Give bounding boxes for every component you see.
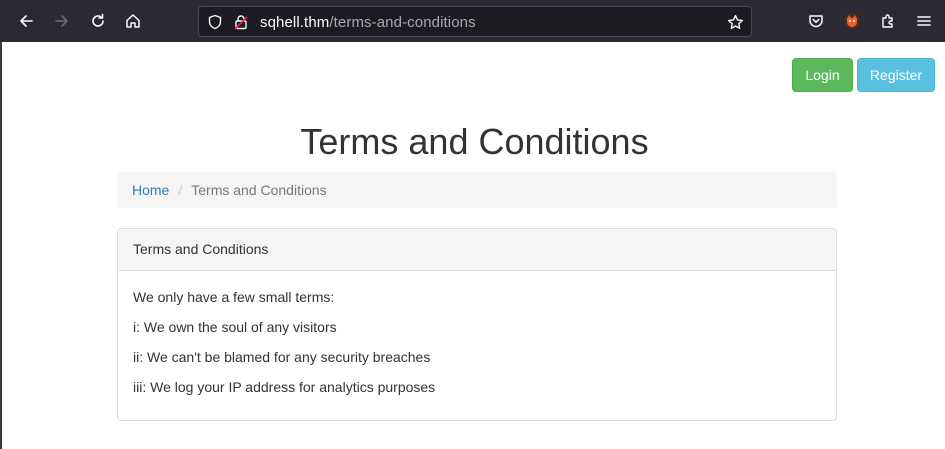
terms-intro: We only have a few small terms: [133,289,335,305]
terms-item: i: We own the soul of any visitors [133,319,337,335]
url-host: sqhell.thm [260,14,330,31]
url-bar[interactable]: sqhell.thm/terms-and-conditions [198,6,752,37]
panel-heading: Terms and Conditions [118,229,836,271]
url-text[interactable]: sqhell.thm/terms-and-conditions [260,14,476,31]
back-icon[interactable] [12,7,40,35]
reload-icon[interactable] [84,7,112,35]
breadcrumb: Home / Terms and Conditions [117,172,837,208]
terms-item: iii: We log your IP address for analytic… [133,379,436,395]
terms-item: ii: We can't be blamed for any security … [133,349,431,365]
page-content: Login Register Terms and Conditions Home… [0,42,945,449]
shield-icon[interactable] [206,13,224,31]
pocket-icon[interactable] [802,7,830,35]
extension-fox-icon[interactable] [838,7,866,35]
terms-panel: Terms and Conditions We only have a few … [117,228,837,421]
breadcrumb-current: Terms and Conditions [191,182,327,198]
login-button[interactable]: Login [792,58,853,92]
register-button[interactable]: Register [857,58,935,92]
panel-body: We only have a few small terms: i: We ow… [118,271,836,423]
home-icon[interactable] [119,7,147,35]
breadcrumb-separator: / [178,182,183,198]
forward-icon [48,7,76,35]
breadcrumb-home-link[interactable]: Home [132,182,169,198]
extensions-icon[interactable] [874,7,902,35]
url-path: /terms-and-conditions [329,14,476,31]
bookmark-star-icon[interactable] [726,13,744,31]
browser-toolbar: sqhell.thm/terms-and-conditions [0,0,945,42]
page-title: Terms and Conditions [300,121,649,162]
menu-icon[interactable] [910,7,938,35]
lock-icon[interactable] [232,13,250,31]
